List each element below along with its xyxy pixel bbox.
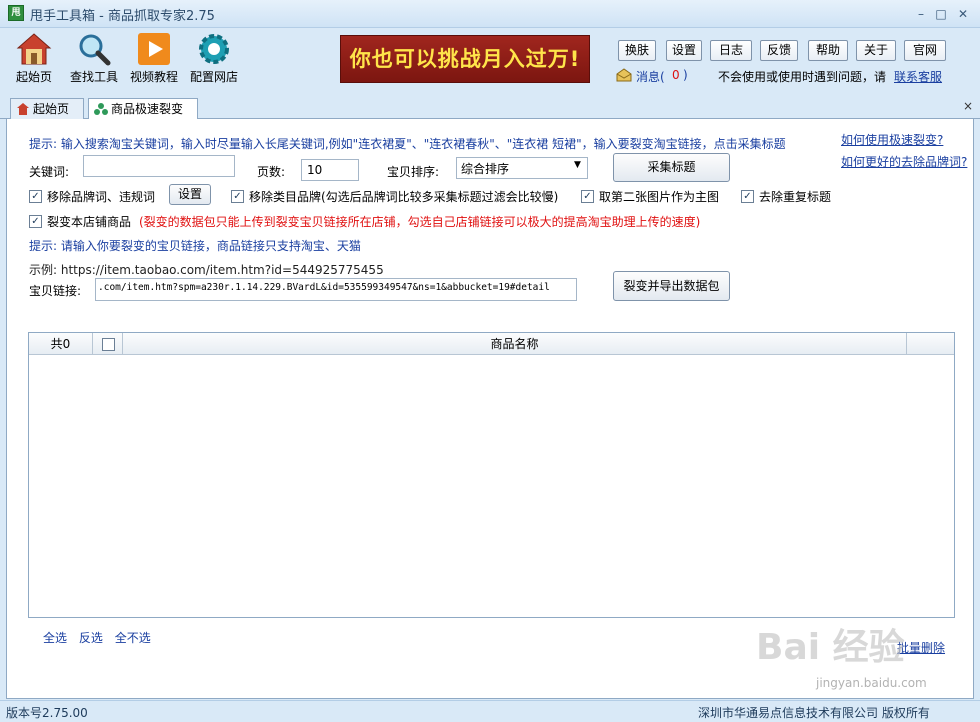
item-link-input[interactable]: .com/item.htm?spm=a230r.1.14.229.BVardL&…	[95, 278, 577, 301]
remove-brand-help-link[interactable]: 如何更好的去除品牌词?	[841, 153, 967, 170]
settings-button[interactable]: 设置	[666, 40, 702, 61]
tab-start-page[interactable]: 起始页	[10, 98, 84, 120]
split-shop-checkbox[interactable]: ✓	[29, 215, 42, 228]
select-column	[93, 333, 123, 355]
example-url: 示例: https://item.taobao.com/item.htm?id=…	[29, 263, 384, 277]
select-none-link[interactable]: 全不选	[115, 631, 151, 645]
pages-input[interactable]: 10	[301, 159, 359, 181]
about-button[interactable]: 关于	[856, 40, 896, 61]
message-count: 0	[672, 68, 680, 82]
tab-bar: 起始页 商品极速裂变	[0, 96, 980, 121]
sort-value: 综合排序	[461, 162, 510, 176]
help-button[interactable]: 帮助	[808, 40, 848, 61]
product-table[interactable]: 共0 商品名称	[28, 332, 955, 618]
chevron-down-icon: ▼	[574, 160, 581, 170]
toolbar-find-tools[interactable]: 查找工具	[64, 32, 124, 92]
select-all-link[interactable]: 全选	[43, 631, 67, 645]
window-title: 甩手工具箱 - 商品抓取专家2.75	[30, 9, 215, 24]
status-bar: 版本号2.75.00 深圳市华通易点信息技术有限公司 版权所有	[0, 700, 980, 722]
brand-settings-button[interactable]: 设置	[169, 184, 211, 205]
message-icon[interactable]	[616, 68, 632, 82]
toolbar-configure-shop[interactable]: 配置网店	[184, 32, 244, 92]
split-shop-note: (裂变的数据包只能上传到裂变宝贝链接所在店铺，勾选自己店铺链接可以极大的提高淘宝…	[139, 215, 701, 229]
toolbar-label: 起始页	[15, 70, 52, 84]
skin-button[interactable]: 换肤	[618, 40, 656, 61]
toolbar-start-page[interactable]: 起始页	[4, 32, 64, 92]
watermark-logo: Bai 经验	[756, 627, 905, 668]
tab-product-split[interactable]: 商品极速裂变	[88, 98, 198, 121]
how-to-use-link[interactable]: 如何使用极速裂变?	[841, 131, 943, 148]
copyright-label: 深圳市华通易点信息技术有限公司 版权所有	[698, 706, 930, 720]
item-link-value: .com/item.htm?spm=a230r.1.14.229.BVardL&…	[98, 282, 550, 293]
split-export-button[interactable]: 裂变并导出数据包	[613, 271, 730, 301]
remove-category-brand-checkbox[interactable]: ✓	[231, 190, 244, 203]
bottom-links: 全选 反选 全不选	[43, 629, 151, 646]
collect-titles-button[interactable]: 采集标题	[613, 153, 730, 182]
toolbar-label: 视频教程	[129, 70, 178, 84]
second-image-label: 取第二张图片作为主图	[599, 190, 720, 204]
official-site-button[interactable]: 官网	[904, 40, 946, 61]
remove-category-brand-label: 移除类目品牌(勾选后品牌词比较多采集标题过滤会比较慢)	[249, 190, 559, 204]
toolbar-label: 配置网店	[189, 70, 238, 84]
log-button[interactable]: 日志	[710, 40, 752, 61]
tab-label: 起始页	[33, 102, 70, 116]
sort-select[interactable]: 综合排序 ▼	[456, 157, 588, 179]
minimize-button[interactable]: –	[912, 6, 930, 22]
message-close-paren: )	[683, 68, 688, 82]
toolbar-video-tutorial[interactable]: 视频教程	[124, 32, 184, 92]
keyword-input[interactable]	[83, 155, 235, 177]
select-all-checkbox[interactable]	[102, 338, 115, 351]
dedupe-label: 去除重复标题	[759, 190, 832, 204]
sort-label: 宝贝排序:	[387, 165, 440, 179]
toolbar-label: 查找工具	[69, 70, 118, 84]
message-label[interactable]: 消息(	[636, 68, 665, 85]
maximize-button[interactable]: □	[932, 6, 950, 22]
hint-keywords: 提示: 输入搜索淘宝关键词，输入时尽量输入长尾关键词,例如"连衣裙夏"、"连衣裙…	[29, 137, 786, 151]
tab-label: 商品极速裂变	[111, 102, 184, 116]
hint-link: 提示: 请输入你要裂变的宝贝链接，商品链接只支持淘宝、天猫	[29, 239, 361, 253]
close-button[interactable]: ✕	[954, 6, 972, 22]
play-icon	[138, 33, 170, 65]
second-image-checkbox[interactable]: ✓	[581, 190, 594, 203]
home-icon	[16, 33, 52, 65]
split-icon	[94, 103, 108, 115]
promo-banner[interactable]: 你也可以挑战月入过万!	[340, 35, 590, 83]
dedupe-checkbox[interactable]: ✓	[741, 190, 754, 203]
watermark-url: jingyan.baidu.com	[816, 676, 927, 690]
table-header: 共0 商品名称	[29, 333, 954, 355]
item-link-label: 宝贝链接:	[29, 284, 82, 298]
gear-icon	[199, 34, 229, 64]
pages-value: 10	[307, 163, 323, 177]
remove-brand-checkbox[interactable]: ✓	[29, 190, 42, 203]
pages-label: 页数:	[257, 165, 286, 179]
invert-selection-link[interactable]: 反选	[79, 631, 103, 645]
home-icon	[17, 103, 29, 115]
magnifier-icon	[79, 34, 111, 66]
close-tab-button[interactable]: ×	[963, 99, 973, 113]
column-product-name[interactable]: 商品名称	[123, 333, 907, 355]
title-bar: 甩 甩手工具箱 - 商品抓取专家2.75 – □ ✕	[0, 0, 980, 28]
help-text: 不会使用或使用时遇到问题，请	[718, 70, 887, 84]
contact-support-link[interactable]: 联系客服	[894, 68, 942, 85]
remove-brand-label: 移除品牌词、违规词	[47, 190, 156, 204]
row-count: 共0	[29, 333, 93, 355]
split-shop-label: 裂变本店铺商品	[47, 215, 132, 229]
version-label: 版本号2.75.00	[6, 706, 88, 720]
app-icon: 甩	[8, 5, 24, 21]
keyword-label: 关键词:	[29, 165, 70, 179]
feedback-button[interactable]: 反馈	[760, 40, 798, 61]
